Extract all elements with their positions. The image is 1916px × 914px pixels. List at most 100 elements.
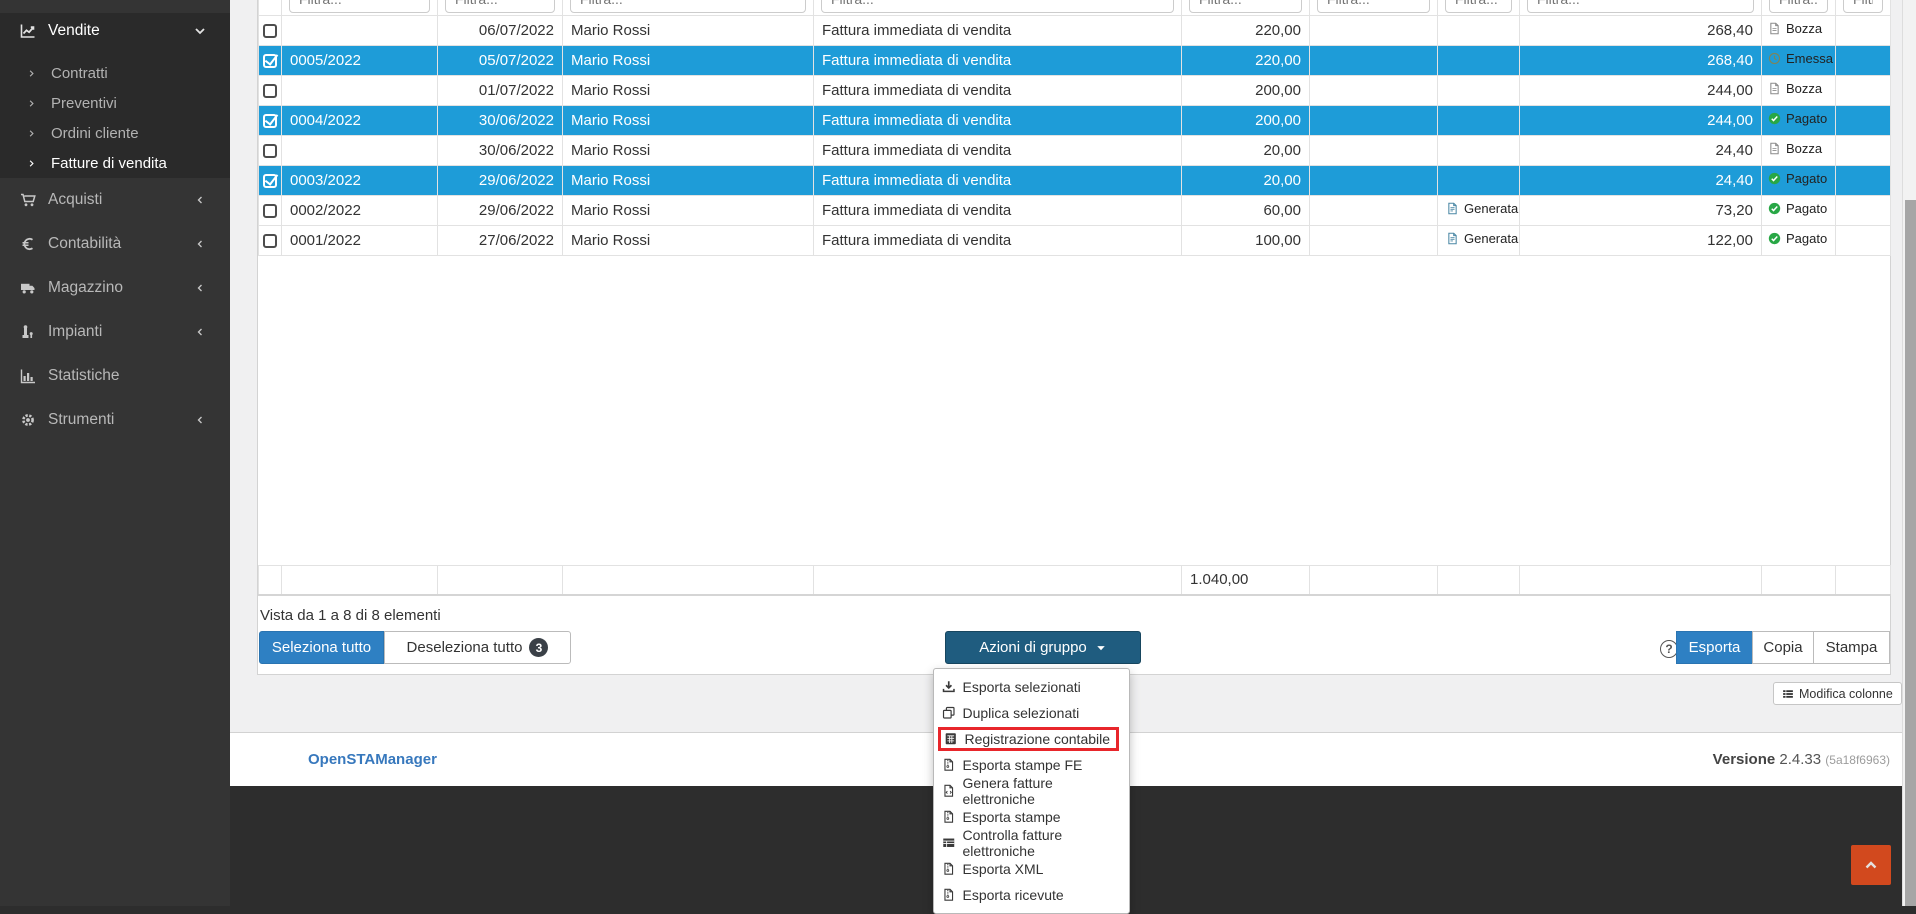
- menu-item-esporta-selezionati[interactable]: Esporta selezionati: [934, 674, 1129, 700]
- row-checkbox[interactable]: [263, 54, 277, 68]
- row-checkbox[interactable]: [263, 144, 277, 158]
- cell-numero: 0002/2022: [282, 195, 438, 225]
- sidebar-item-magazzino[interactable]: Magazzino: [0, 266, 230, 310]
- filter-input-col10[interactable]: [1843, 0, 1883, 13]
- menu-item-genera-fatture-elettroniche[interactable]: Genera fatture elettroniche: [934, 778, 1129, 804]
- sidebar-item-acquisti[interactable]: Acquisti: [0, 178, 230, 222]
- scroll-to-top-button[interactable]: [1851, 845, 1891, 885]
- table-row[interactable]: 0001/202227/06/2022Mario RossiFattura im…: [259, 225, 1891, 255]
- table-row[interactable]: 30/06/2022Mario RossiFattura immediata d…: [259, 135, 1891, 165]
- filter-input-col4[interactable]: [821, 0, 1174, 13]
- menu-item-duplica-selezionati[interactable]: Duplica selezionati: [934, 700, 1129, 726]
- menu-item-content: Duplica selezionati: [942, 701, 1079, 725]
- menu-item-esporta-xml[interactable]: Esporta XML: [934, 856, 1129, 882]
- sidebar-tree-vendite: Vendite ContrattiPreventiviOrdini cliente…: [0, 13, 230, 178]
- cell-totale: 268,40: [1520, 45, 1762, 75]
- edit-columns-label: Modifica colonne: [1799, 687, 1893, 701]
- copy-button[interactable]: Copia: [1752, 631, 1814, 664]
- menu-item-label: Esporta stampe: [963, 809, 1061, 825]
- cell-extra: [1310, 225, 1438, 255]
- sidebar-item-ordini-cliente[interactable]: Ordini cliente: [0, 118, 230, 148]
- menu-item-esporta-ricevute[interactable]: Esporta ricevute: [934, 882, 1129, 908]
- status-badge: Emessa: [1768, 51, 1833, 66]
- cell-data: 06/07/2022: [438, 15, 563, 45]
- cell-extra: [1310, 195, 1438, 225]
- cell-descrizione: Fattura immediata di vendita: [814, 165, 1182, 195]
- export-button-group: Esporta Copia Stampa: [1677, 631, 1890, 664]
- table-row[interactable]: 0005/202205/07/2022Mario RossiFattura im…: [259, 45, 1891, 75]
- menu-item-content: Esporta XML: [942, 857, 1043, 881]
- file-archive-icon: [942, 810, 956, 824]
- cell-imponibile: 100,00: [1182, 225, 1310, 255]
- sidebar-item-impianti[interactable]: Impianti: [0, 310, 230, 354]
- filter-input-col5[interactable]: [1189, 0, 1302, 13]
- cell-cliente: Mario Rossi: [563, 45, 814, 75]
- print-button[interactable]: Stampa: [1813, 631, 1890, 664]
- cell-info: [1836, 105, 1891, 135]
- menu-item-label: Controlla fatture elettroniche: [963, 827, 1122, 859]
- row-checkbox[interactable]: [263, 174, 277, 188]
- sidebar-item-contratti[interactable]: Contratti: [0, 58, 230, 88]
- cell-extra: [1310, 45, 1438, 75]
- filter-input-col2[interactable]: [445, 0, 555, 13]
- cell-imponibile: 60,00: [1182, 195, 1310, 225]
- export-button[interactable]: Esporta: [1676, 631, 1753, 664]
- menu-item-content: Esporta selezionati: [942, 675, 1081, 699]
- cell-cliente: Mario Rossi: [563, 15, 814, 45]
- cell-info: [1836, 15, 1891, 45]
- row-checkbox[interactable]: [263, 84, 277, 98]
- chevron-left-icon: [190, 326, 210, 338]
- sidebar-item-preventivi[interactable]: Preventivi: [0, 88, 230, 118]
- file-code-icon: [942, 784, 956, 798]
- table-row[interactable]: 01/07/2022Mario RossiFattura immediata d…: [259, 75, 1891, 105]
- chevron-down-icon: [190, 23, 210, 39]
- group-actions-button[interactable]: Azioni di gruppo: [945, 631, 1141, 664]
- cell-imponibile: 220,00: [1182, 15, 1310, 45]
- filter-input-col7[interactable]: [1445, 0, 1512, 13]
- filter-input-col9[interactable]: [1769, 0, 1828, 13]
- table-row[interactable]: 0003/202229/06/2022Mario RossiFattura im…: [259, 165, 1891, 195]
- menu-item-registrazione-contabile[interactable]: Registrazione contabile: [934, 726, 1129, 752]
- cell-stato: Pagato: [1762, 105, 1836, 135]
- file-invoice-icon: [1446, 232, 1459, 245]
- cell-stato: Pagato: [1762, 225, 1836, 255]
- filter-input-col6[interactable]: [1317, 0, 1430, 13]
- sidebar-item-fatture-di-vendita[interactable]: Fatture di vendita: [0, 148, 230, 178]
- filter-input-col1[interactable]: [289, 0, 430, 13]
- table-row[interactable]: 0002/202229/06/2022Mario RossiFattura im…: [259, 195, 1891, 225]
- chevron-left-icon: [190, 238, 210, 250]
- cell-cliente: Mario Rossi: [563, 105, 814, 135]
- clock-icon: [1768, 52, 1781, 65]
- row-checkbox[interactable]: [263, 204, 277, 218]
- scrollbar-thumb[interactable]: [1905, 200, 1916, 906]
- sidebar-item-strumenti[interactable]: Strumenti: [0, 398, 230, 442]
- deselect-all-button[interactable]: Deseleziona tutto 3: [384, 631, 571, 664]
- footer-brand-link[interactable]: OpenSTAManager: [308, 751, 437, 768]
- row-checkbox[interactable]: [263, 234, 277, 248]
- chevron-right-icon: [26, 98, 37, 109]
- chevron-right-icon: [26, 158, 37, 169]
- table-row[interactable]: 06/07/2022Mario RossiFattura immediata d…: [259, 15, 1891, 45]
- cell-info: [1836, 75, 1891, 105]
- menu-item-controlla-fatture-elettroniche[interactable]: Controlla fatture elettroniche: [934, 830, 1129, 856]
- cell-imponibile: 20,00: [1182, 135, 1310, 165]
- filter-input-col3[interactable]: [570, 0, 806, 13]
- filter-input-col8[interactable]: [1527, 0, 1754, 13]
- chart-line-icon: [18, 23, 38, 39]
- cell-imponibile: 220,00: [1182, 45, 1310, 75]
- cell-totale: 24,40: [1520, 165, 1762, 195]
- sidebar-item-vendite[interactable]: Vendite: [0, 13, 230, 48]
- select-all-button[interactable]: Seleziona tutto: [259, 631, 384, 664]
- edit-columns-button[interactable]: Modifica colonne: [1773, 682, 1902, 705]
- cell-descrizione: Fattura immediata di vendita: [814, 135, 1182, 165]
- sidebar-item-statistiche[interactable]: Statistiche: [0, 354, 230, 398]
- row-checkbox[interactable]: [263, 24, 277, 38]
- download-icon: [942, 680, 956, 694]
- sidebar-item-contabilita[interactable]: Contabilità: [0, 222, 230, 266]
- table-row[interactable]: 0004/202230/06/2022Mario RossiFattura im…: [259, 105, 1891, 135]
- status-badge: Pagato: [1768, 231, 1827, 246]
- status-badge: Bozza: [1768, 81, 1822, 96]
- cell-numero: [282, 135, 438, 165]
- vertical-scrollbar[interactable]: [1902, 0, 1916, 906]
- row-checkbox[interactable]: [263, 114, 277, 128]
